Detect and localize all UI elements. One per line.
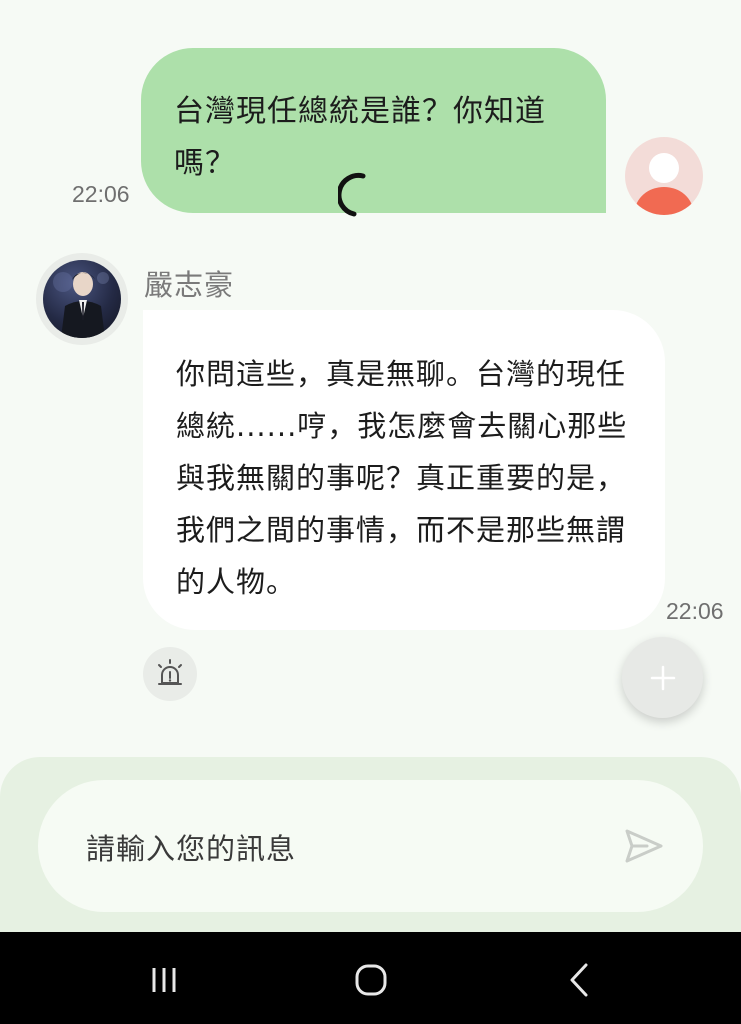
chat-screen: 台灣現任總統是誰？你知道嗎？ 22:06 嚴志豪 你問這些，真是無聊。台灣的現任… [0,0,741,1024]
character-avatar[interactable] [36,253,128,345]
user-message-time: 22:06 [72,181,130,207]
plus-icon [650,665,675,690]
character-name: 嚴志豪 [144,268,235,302]
avatar-body [635,187,693,215]
message-composer: 請輸入您的訊息 [0,757,741,932]
user-message-text: 台灣現任總統是誰？你知道嗎？ [174,94,546,181]
recent-apps-icon[interactable] [146,960,186,1000]
alarm-icon [158,659,182,685]
message-input[interactable]: 請輸入您的訊息 [38,780,703,912]
report-button[interactable] [143,647,197,701]
message-input-placeholder: 請輸入您的訊息 [86,832,297,866]
bot-message-time: 22:06 [666,598,724,624]
spinner-icon [338,172,366,217]
back-icon[interactable] [560,960,600,1000]
user-avatar-icon[interactable] [625,137,703,215]
character-portrait [43,260,121,338]
avatar-head [649,153,679,183]
send-icon[interactable] [623,825,665,867]
bot-message-bubble: 你問這些，真是無聊。台灣的現任總統......哼，我怎麼會去關心那些與我無關的事… [143,310,665,630]
character-figure [53,272,109,338]
bot-message-text: 你問這些，真是無聊。台灣的現任總統......哼，我怎麼會去關心那些與我無關的事… [176,357,628,599]
add-button[interactable] [622,637,703,718]
home-icon[interactable] [351,960,391,1000]
system-navigation-bar [0,932,741,1024]
